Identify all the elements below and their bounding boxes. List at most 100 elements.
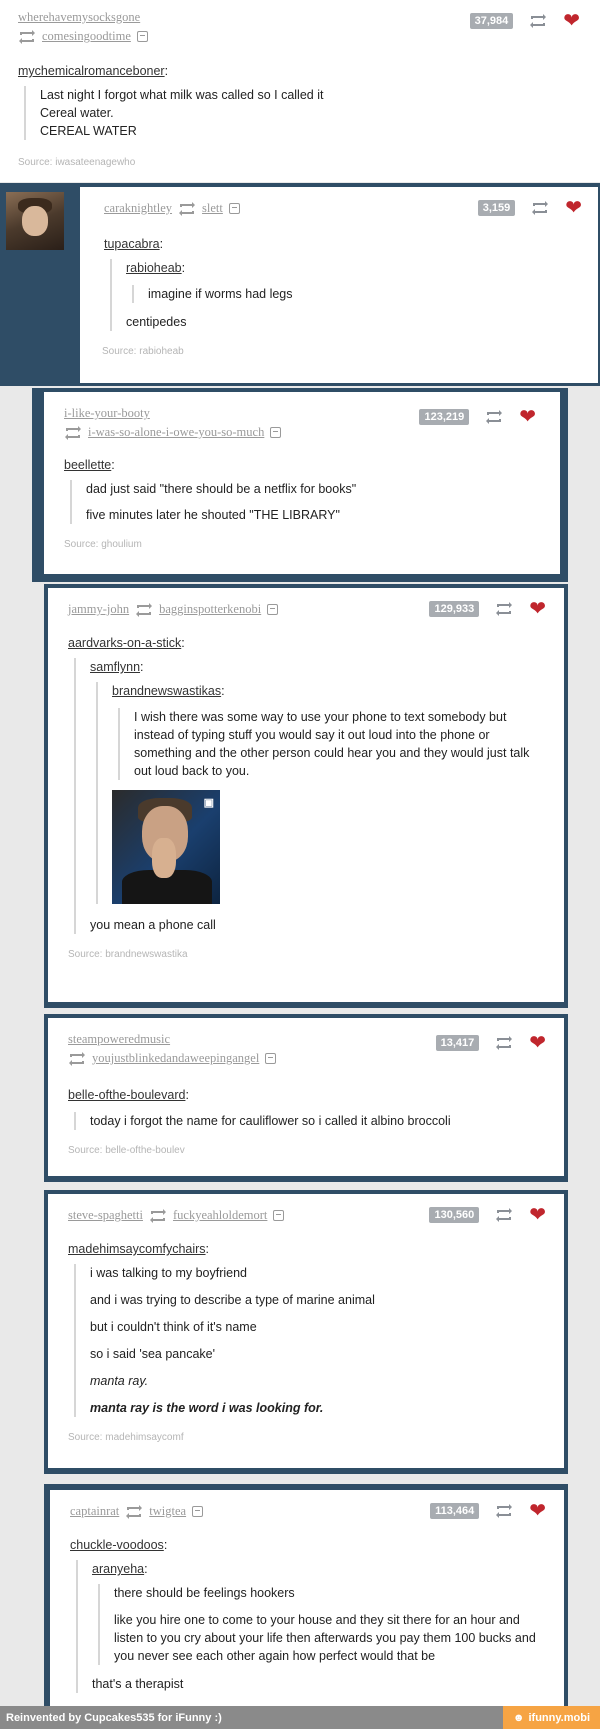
mtv-logo-icon: ▣	[203, 797, 214, 809]
post-author[interactable]: steve-spaghetti	[68, 1208, 143, 1223]
reblog-author[interactable]: youjustblinkedandaweepingangel	[92, 1051, 259, 1066]
reaction-image[interactable]: ▣	[112, 790, 220, 904]
post-line: and i was trying to describe a type of m…	[90, 1293, 375, 1307]
reblog-icon	[179, 201, 196, 216]
reblog-author[interactable]: twigtea	[149, 1504, 186, 1519]
nested-quote: brandnewswastikas: I wish there was some…	[96, 682, 550, 904]
poster-name[interactable]: chuckle-voodoos	[70, 1538, 164, 1552]
avatar[interactable]	[6, 192, 64, 250]
post-line: like you hire one to come to your house …	[114, 1613, 536, 1663]
note-count[interactable]: 37,984	[469, 13, 514, 29]
reblog-author[interactable]: slett	[202, 201, 223, 216]
inner-poster-name[interactable]: brandnewswastikas	[112, 684, 221, 698]
follow-icon[interactable]	[265, 1053, 277, 1064]
post-author[interactable]: captainrat	[70, 1504, 119, 1519]
post-line: but i couldn't think of it's name	[90, 1320, 257, 1334]
post-source[interactable]: Source: rabioheab	[102, 343, 578, 361]
quote-block: today i forgot the name for cauliflower …	[74, 1112, 544, 1130]
reblog-button-icon[interactable]	[495, 602, 513, 616]
quote-block: aranyeha: there should be feelings hooke…	[76, 1560, 550, 1693]
post-line: Cereal water.	[40, 106, 114, 120]
follow-icon[interactable]	[267, 604, 279, 615]
like-heart-icon[interactable]: ❤	[519, 407, 536, 427]
reblog-button-icon[interactable]	[495, 1504, 513, 1518]
note-count[interactable]: 3,159	[477, 200, 516, 216]
post-author[interactable]: jammy-john	[68, 602, 129, 617]
post-line: i was talking to my boyfriend	[90, 1266, 248, 1280]
follow-icon[interactable]	[192, 1506, 204, 1517]
reply-line: that's a therapist	[92, 1677, 184, 1691]
nested-poster-name[interactable]: samflynn	[90, 660, 140, 674]
post-source[interactable]: Source: brandnewswastika	[68, 946, 550, 964]
brand-link[interactable]: ☻ ifunny.mobi	[502, 1706, 600, 1729]
like-heart-icon[interactable]: ❤	[529, 1501, 546, 1521]
post-source[interactable]: Source: madehimsaycomf	[68, 1429, 544, 1447]
post-line: today i forgot the name for cauliflower …	[90, 1114, 451, 1128]
quote-block: samflynn: brandnewswastikas: I wish ther…	[74, 658, 550, 934]
quote-block: i was talking to my boyfriend and i was …	[74, 1264, 544, 1417]
poster-name[interactable]: beellette	[64, 458, 111, 472]
reblog-author[interactable]: i-was-so-alone-i-owe-you-so-much	[88, 425, 264, 440]
reblog-author[interactable]: comesingoodtime	[42, 29, 131, 44]
poster-name[interactable]: aardvarks-on-a-stick	[68, 636, 181, 650]
reblog-button-icon[interactable]	[495, 1208, 513, 1222]
like-heart-icon[interactable]: ❤	[563, 11, 580, 31]
follow-icon[interactable]	[228, 203, 240, 214]
reblog-button-icon[interactable]	[495, 1036, 513, 1050]
like-heart-icon[interactable]: ❤	[529, 599, 546, 619]
reblog-icon	[19, 29, 35, 44]
poster-name[interactable]: madehimsaycomfychairs	[68, 1242, 206, 1256]
post-card-6: steve-spaghetti fuckyeahloldemort 130,56…	[48, 1194, 564, 1468]
reblog-icon	[136, 602, 153, 617]
post-card-2: caraknightley slett 3,159 ❤ tupacabra: r…	[80, 187, 598, 383]
like-heart-icon[interactable]: ❤	[529, 1033, 546, 1053]
brand-icon: ☻	[512, 1711, 525, 1724]
note-count[interactable]: 129,933	[429, 601, 480, 617]
note-count[interactable]: 130,560	[429, 1207, 480, 1223]
note-count[interactable]: 113,464	[430, 1503, 480, 1519]
quote-block: dad just said "there should be a netflix…	[70, 480, 540, 524]
note-count[interactable]: 13,417	[435, 1035, 480, 1051]
post-line: CEREAL WATER	[40, 124, 137, 138]
post-author[interactable]: caraknightley	[104, 201, 172, 216]
brand-label: ifunny.mobi	[528, 1711, 590, 1724]
post-line: five minutes later he shouted "THE LIBRA…	[86, 508, 340, 522]
reply-line: centipedes	[126, 315, 187, 329]
reblog-button-icon[interactable]	[531, 201, 549, 215]
reblog-author[interactable]: bagginspotterkenobi	[159, 602, 261, 617]
note-count[interactable]: 123,219	[419, 409, 470, 425]
post-line: Last night I forgot what milk was called…	[40, 88, 324, 102]
follow-icon[interactable]	[270, 427, 282, 438]
post-card-3: i-like-your-booty i-was-so-alone-i-owe-y…	[44, 392, 560, 574]
post-source[interactable]: Source: ghoulium	[64, 536, 540, 554]
follow-icon[interactable]	[136, 31, 148, 42]
post-line: so i said 'sea pancake'	[90, 1347, 215, 1361]
reblog-author[interactable]: fuckyeahloldemort	[173, 1208, 267, 1223]
reblog-icon	[126, 1504, 143, 1519]
reply-line: you mean a phone call	[90, 918, 216, 932]
post-line: imagine if worms had legs	[148, 287, 293, 301]
post-line: I wish there was some way to use your ph…	[134, 710, 530, 778]
quote-block: rabioheab: imagine if worms had legs cen…	[110, 259, 578, 331]
inner-quote: I wish there was some way to use your ph…	[118, 708, 550, 780]
reblog-button-icon[interactable]	[529, 14, 547, 28]
quote-block: Last night I forgot what milk was called…	[24, 86, 580, 140]
reblog-button-icon[interactable]	[485, 410, 503, 424]
poster-name[interactable]: mychemicalromanceboner	[18, 64, 165, 78]
post-source[interactable]: Source: belle-ofthe-boulev	[68, 1142, 544, 1160]
post-card-4: jammy-john bagginspotterkenobi 129,933 ❤…	[48, 588, 564, 1002]
nested-poster-name[interactable]: aranyeha	[92, 1562, 144, 1576]
post-source[interactable]: Source: iwasateenagewho	[18, 154, 580, 172]
like-heart-icon[interactable]: ❤	[565, 198, 582, 218]
poster-name[interactable]: tupacabra	[104, 237, 160, 251]
poster-name[interactable]: belle-ofthe-boulevard	[68, 1088, 185, 1102]
nested-quote: imagine if worms had legs	[132, 285, 578, 303]
post-card-5: steampoweredmusic youjustblinkedandaweep…	[48, 1018, 564, 1176]
like-heart-icon[interactable]: ❤	[529, 1205, 546, 1225]
reblog-icon	[65, 425, 81, 440]
post-line: dad just said "there should be a netflix…	[86, 482, 357, 496]
follow-icon[interactable]	[273, 1210, 285, 1221]
nested-poster-name[interactable]: rabioheab	[126, 261, 182, 275]
reblog-icon	[149, 1208, 166, 1223]
footer-credit: Reinvented by Cupcakes535 for iFunny :)	[6, 1711, 222, 1724]
